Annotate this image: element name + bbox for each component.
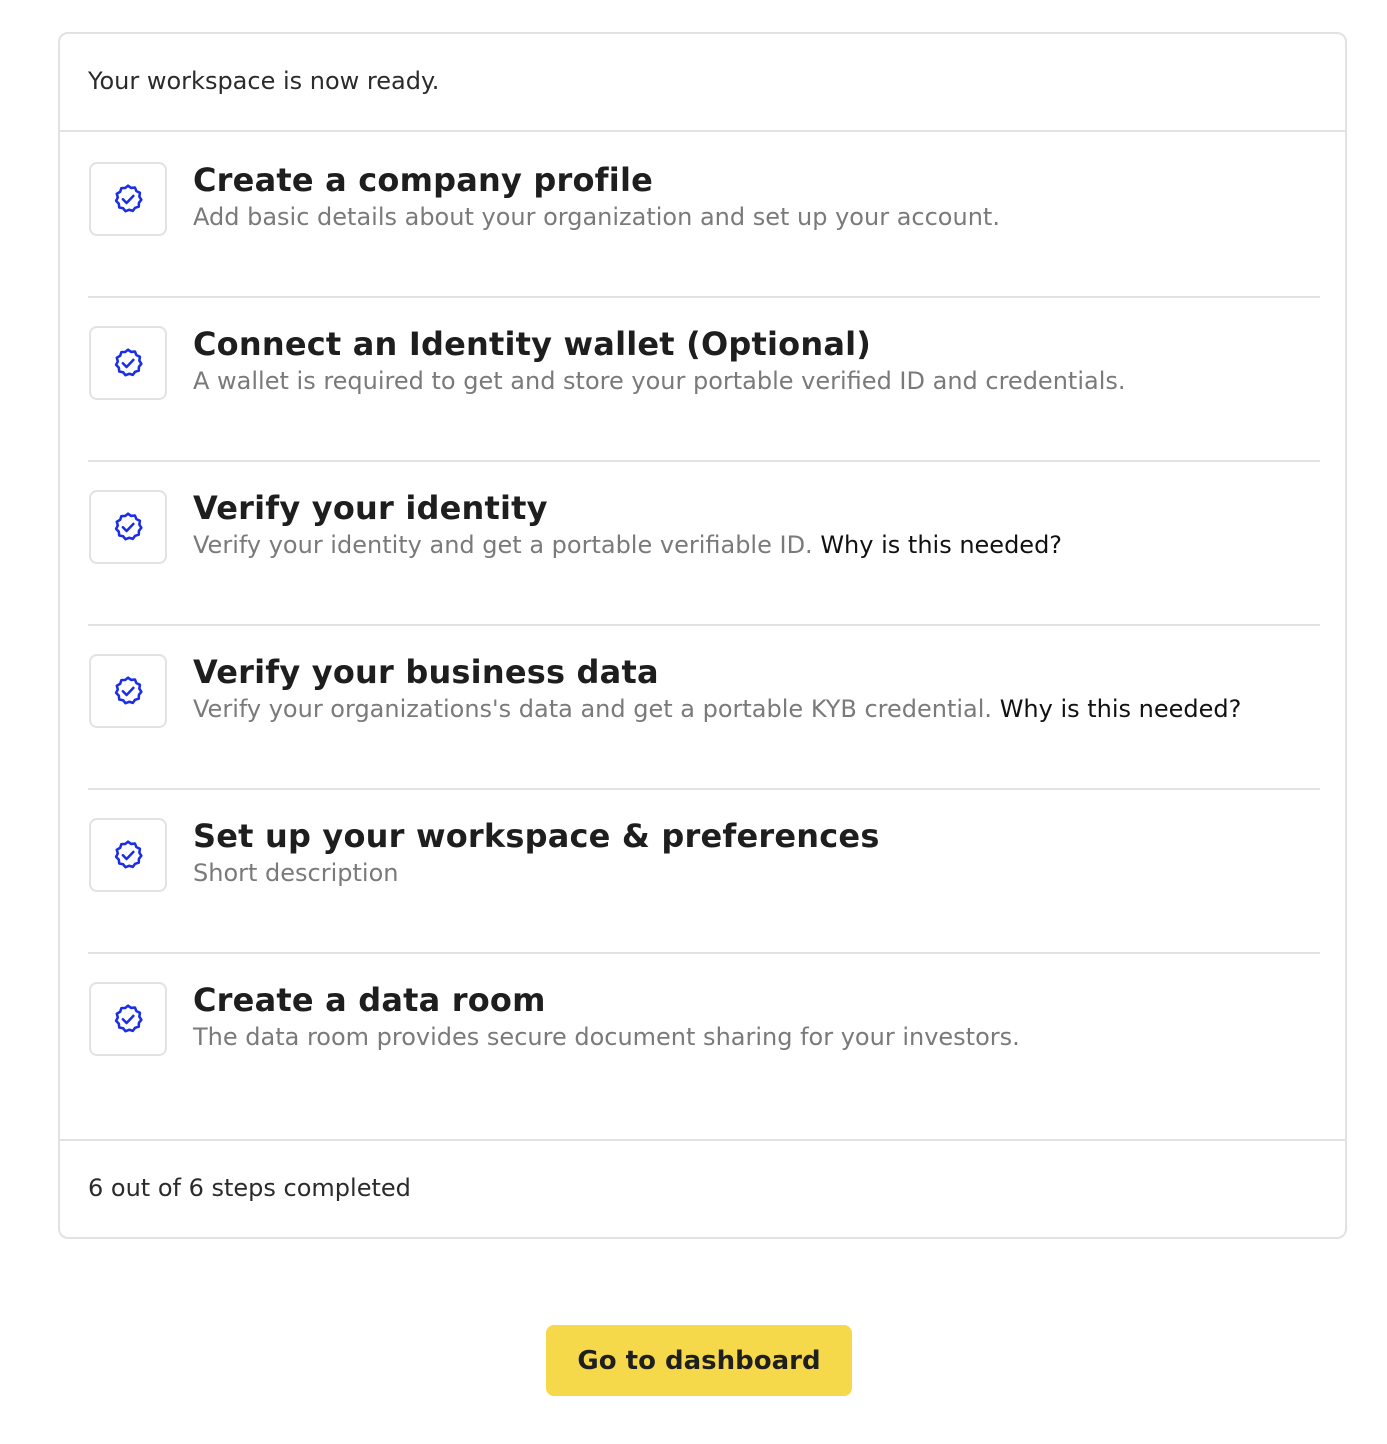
step-item-verify-identity[interactable]: Verify your identity Verify your identit… bbox=[88, 460, 1320, 624]
step-description: Short description bbox=[193, 858, 1320, 888]
step-title: Verify your business data bbox=[193, 653, 659, 691]
step-status-box bbox=[89, 654, 167, 728]
step-description-text: Verify your organizations's data and get… bbox=[193, 695, 993, 723]
step-title: Connect an Identity wallet (Optional) bbox=[193, 325, 872, 363]
steps-list: Create a company profile Add basic detai… bbox=[88, 132, 1320, 1116]
step-description: Verify your identity and get a portable … bbox=[193, 530, 1320, 560]
step-title: Verify your identity bbox=[193, 489, 548, 527]
step-status-box bbox=[89, 818, 167, 892]
step-item-data-room[interactable]: Create a data room The data room provide… bbox=[88, 952, 1320, 1116]
step-description-text: The data room provides secure document s… bbox=[193, 1023, 1020, 1051]
step-item-workspace-preferences[interactable]: Set up your workspace & preferences Shor… bbox=[88, 788, 1320, 952]
step-item-identity-wallet[interactable]: Connect an Identity wallet (Optional) A … bbox=[88, 296, 1320, 460]
step-status-box bbox=[89, 490, 167, 564]
go-to-dashboard-button[interactable]: Go to dashboard bbox=[546, 1325, 852, 1396]
check-badge-icon bbox=[114, 840, 143, 869]
why-needed-link[interactable]: Why is this needed? bbox=[820, 531, 1062, 559]
step-description: The data room provides secure document s… bbox=[193, 1022, 1320, 1052]
check-badge-icon bbox=[114, 1004, 143, 1033]
step-title: Create a data room bbox=[193, 981, 546, 1019]
card-footer: 6 out of 6 steps completed bbox=[60, 1139, 1345, 1237]
step-item-company-profile[interactable]: Create a company profile Add basic detai… bbox=[88, 132, 1320, 296]
step-status-box bbox=[89, 982, 167, 1056]
check-badge-icon bbox=[114, 184, 143, 213]
step-title: Set up your workspace & preferences bbox=[193, 817, 880, 855]
step-description-text: A wallet is required to get and store yo… bbox=[193, 367, 1126, 395]
step-item-verify-business[interactable]: Verify your business data Verify your or… bbox=[88, 624, 1320, 788]
why-needed-link[interactable]: Why is this needed? bbox=[1000, 695, 1242, 723]
step-description: A wallet is required to get and store yo… bbox=[193, 366, 1320, 396]
step-description-text: Short description bbox=[193, 859, 399, 887]
check-badge-icon bbox=[114, 676, 143, 705]
check-badge-icon bbox=[114, 348, 143, 377]
onboarding-checklist-card: Your workspace is now ready. Create a co… bbox=[58, 32, 1347, 1239]
step-description-text: Add basic details about your organizatio… bbox=[193, 203, 1000, 231]
step-title: Create a company profile bbox=[193, 161, 654, 199]
check-badge-icon bbox=[114, 512, 143, 541]
steps-progress-text: 6 out of 6 steps completed bbox=[88, 1174, 411, 1202]
step-status-box bbox=[89, 162, 167, 236]
step-description-text: Verify your identity and get a portable … bbox=[193, 531, 813, 559]
step-description: Add basic details about your organizatio… bbox=[193, 202, 1320, 232]
workspace-ready-message: Your workspace is now ready. bbox=[88, 67, 440, 95]
step-description: Verify your organizations's data and get… bbox=[193, 694, 1320, 724]
card-header: Your workspace is now ready. bbox=[60, 34, 1345, 132]
step-status-box bbox=[89, 326, 167, 400]
